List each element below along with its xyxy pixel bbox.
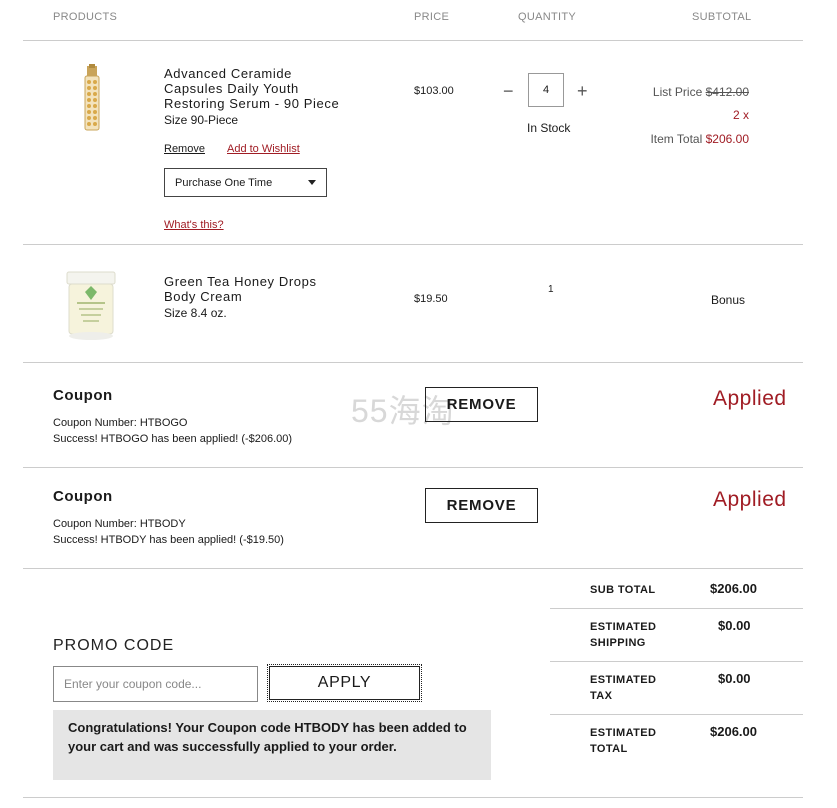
promo-code-title: PROMO CODE (53, 637, 175, 654)
total-value: $206.00 (710, 724, 757, 739)
purchase-option-select[interactable]: Purchase One Time (164, 168, 327, 197)
product-image[interactable] (78, 64, 106, 134)
product-size: Size 8.4 oz. (164, 306, 227, 320)
item-total-row: Item Total $206.00 (650, 132, 749, 146)
product-size: Size 90-Piece (164, 113, 239, 127)
serum-bottle-image (84, 64, 100, 131)
product-image[interactable] (63, 270, 119, 342)
coupon-number: Coupon Number: HTBOGO (53, 417, 188, 429)
coupon-title: Coupon (53, 387, 113, 404)
list-price-label: List Price (652, 85, 703, 99)
remove-link[interactable]: Remove (164, 143, 205, 155)
header-subtotal: SUBTOTAL (692, 11, 752, 23)
total-label-line: ESTIMATED (590, 727, 657, 739)
coupon-number: Coupon Number: HTBODY (53, 518, 186, 530)
tax-label-line: ESTIMATED (590, 674, 657, 686)
shipping-label: ESTIMATED SHIPPING (590, 619, 656, 651)
quantity-input[interactable]: 4 (528, 73, 564, 107)
divider (550, 714, 803, 715)
tax-label: ESTIMATED TAX (590, 672, 656, 704)
remove-coupon-button[interactable]: REMOVE (425, 387, 538, 422)
apply-button[interactable]: APPLY (267, 664, 422, 702)
quantity-value: 1 (548, 284, 554, 295)
product-name-line: Advanced Ceramide (164, 66, 292, 81)
divider (23, 40, 803, 41)
product-name-line: Body Cream (164, 289, 243, 304)
total-label-line: TOTAL (590, 743, 628, 755)
coupon-title: Coupon (53, 488, 113, 505)
tax-label-line: TAX (590, 690, 613, 702)
coupon-message: Success! HTBODY has been applied! (-$19.… (53, 534, 284, 546)
item-total-value: $206.00 (705, 132, 749, 146)
whats-this-link[interactable]: What's this? (164, 219, 224, 231)
list-price-value: $412.00 (705, 85, 749, 99)
coupon-message: Success! HTBOGO has been applied! (-$206… (53, 433, 293, 445)
chevron-down-icon (308, 180, 316, 185)
shipping-label-line: SHIPPING (590, 637, 646, 649)
plus-icon[interactable]: + (577, 82, 588, 100)
cream-jar-image (66, 271, 116, 340)
item-price: $103.00 (414, 85, 454, 97)
coupon-details: Coupon Number: HTBOGO Success! HTBOGO ha… (53, 415, 292, 447)
stock-status: In Stock (527, 121, 571, 135)
coupon-details: Coupon Number: HTBODY Success! HTBODY ha… (53, 516, 284, 548)
subtotal-label: SUB TOTAL (590, 584, 656, 596)
item-total-label: Item Total (650, 132, 703, 146)
divider (23, 467, 803, 468)
divider (550, 608, 803, 609)
product-name[interactable]: Green Tea Honey Drops Body Cream (164, 274, 317, 304)
bonus-label: Bonus (711, 293, 746, 307)
tax-value: $0.00 (718, 671, 751, 686)
item-price: $19.50 (414, 293, 448, 305)
coupon-status: Applied (713, 387, 787, 410)
divider (23, 362, 803, 363)
product-name-line: Capsules Daily Youth (164, 81, 299, 96)
total-label: ESTIMATED TOTAL (590, 725, 656, 757)
promo-success-message: Congratulations! Your Coupon code HTBODY… (53, 710, 491, 780)
minus-icon[interactable]: − (503, 82, 514, 100)
divider (23, 797, 803, 798)
subtotal-value: $206.00 (710, 581, 757, 596)
product-name[interactable]: Advanced Ceramide Capsules Daily Youth R… (164, 66, 339, 111)
quantity-value: 4 (542, 84, 550, 96)
coupon-status: Applied (713, 488, 787, 511)
product-name-line: Green Tea Honey Drops (164, 274, 317, 289)
coupon-code-input[interactable]: Enter your coupon code... (53, 666, 258, 702)
header-price: PRICE (414, 11, 450, 23)
add-to-wishlist-link[interactable]: Add to Wishlist (227, 143, 300, 155)
header-quantity: QUANTITY (518, 11, 577, 23)
shipping-label-line: ESTIMATED (590, 621, 657, 633)
divider (23, 568, 803, 569)
shipping-value: $0.00 (718, 618, 751, 633)
coupon-code-placeholder: Enter your coupon code... (64, 677, 202, 691)
header-products: PRODUCTS (53, 11, 118, 23)
divider (23, 244, 803, 245)
purchase-option-value: Purchase One Time (175, 176, 273, 189)
remove-coupon-button[interactable]: REMOVE (425, 488, 538, 523)
quantity-multiplier: 2 x (732, 108, 749, 122)
product-name-line: Restoring Serum - 90 Piece (164, 96, 340, 111)
divider (550, 661, 803, 662)
list-price-row: List Price $412.00 (653, 85, 749, 99)
